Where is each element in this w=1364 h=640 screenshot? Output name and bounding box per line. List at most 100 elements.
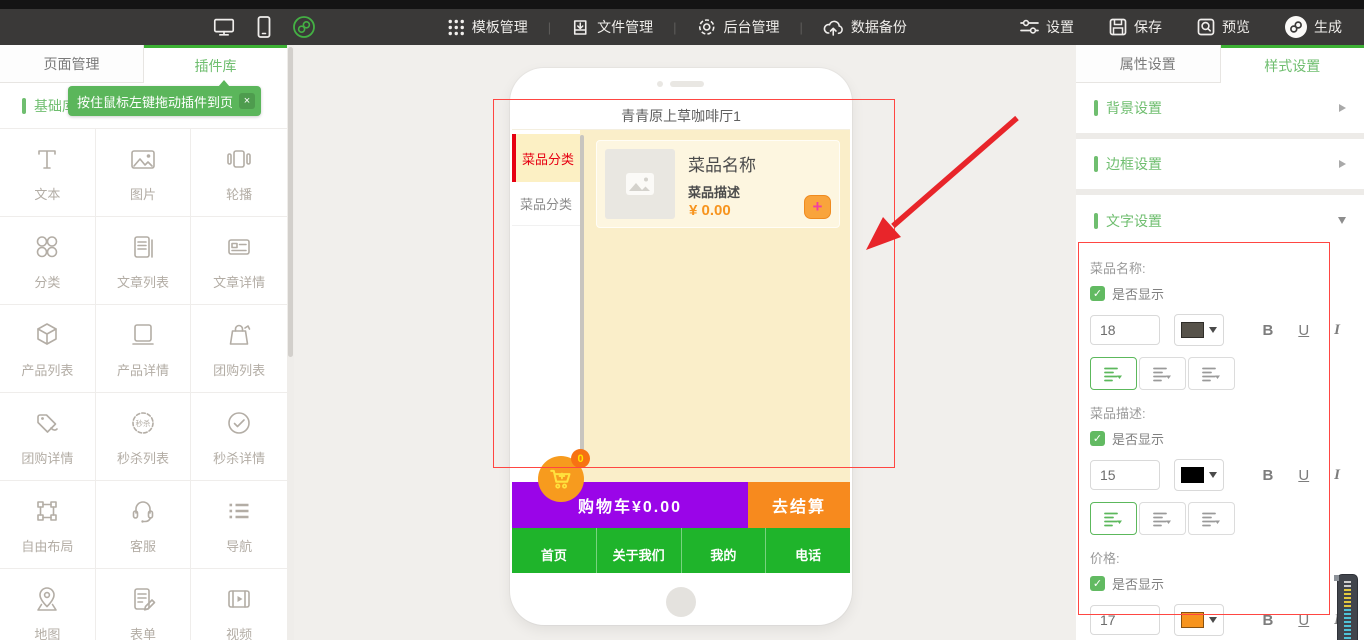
plugin-item-轮播[interactable]: 轮播	[191, 129, 287, 217]
plugin-item-导航[interactable]: 导航	[191, 481, 287, 569]
cart-button[interactable]: 0	[538, 456, 584, 502]
group-list-icon	[223, 319, 255, 351]
plugin-item-产品列表[interactable]: 产品列表	[0, 305, 96, 393]
color-picker[interactable]	[1174, 314, 1224, 346]
underline-button[interactable]: U	[1298, 467, 1309, 484]
nav-item-我的[interactable]: 我的	[682, 528, 767, 573]
seckill-list-icon: 秒杀	[127, 407, 159, 439]
plugin-item-文章详情[interactable]: 文章详情	[191, 217, 287, 305]
underline-button[interactable]: U	[1298, 612, 1309, 629]
menu-plugin-region[interactable]: 菜品分类 菜品分类 菜品名称 菜品描述 ¥ 0.00 +	[512, 130, 850, 482]
tab-attribute-settings[interactable]: 属性设置	[1076, 45, 1221, 83]
category-item-selected[interactable]: 菜品分类	[512, 134, 580, 182]
align-center-button[interactable]	[1139, 502, 1186, 535]
close-icon[interactable]: ×	[239, 93, 255, 109]
seckill-detail-icon	[223, 407, 255, 439]
text-setting-group: 菜品描述: ✓ 是否显示 B U I	[1090, 403, 1350, 535]
add-to-cart-button[interactable]: +	[804, 195, 831, 219]
section-text-settings[interactable]: 文字设置	[1076, 195, 1364, 246]
tab-style-settings[interactable]: 样式设置	[1221, 45, 1364, 83]
plugin-label: 轮播	[226, 184, 252, 203]
home-button[interactable]	[666, 587, 696, 617]
group-label: 价格:	[1090, 548, 1350, 567]
chevron-down-icon	[1209, 617, 1217, 623]
settings-button[interactable]: 设置	[1015, 17, 1078, 37]
category-scrollbar[interactable]	[580, 135, 584, 453]
group-label: 菜品名称:	[1090, 258, 1350, 277]
dish-image-placeholder	[605, 149, 675, 219]
dish-card[interactable]: 菜品名称 菜品描述 ¥ 0.00 +	[596, 140, 840, 228]
font-size-input[interactable]	[1090, 605, 1160, 635]
preview-button[interactable]: 预览	[1192, 17, 1254, 37]
category-item[interactable]: 菜品分类	[512, 182, 580, 226]
font-size-input[interactable]	[1090, 315, 1160, 345]
align-right-button[interactable]	[1188, 357, 1235, 390]
align-left-button[interactable]	[1090, 357, 1137, 390]
visible-checkbox-label: 是否显示	[1112, 284, 1164, 303]
bold-button[interactable]: B	[1262, 612, 1273, 629]
plugin-item-表单[interactable]: 表单	[96, 569, 192, 640]
visible-checkbox[interactable]: ✓	[1090, 431, 1105, 446]
color-picker[interactable]	[1174, 459, 1224, 491]
plugin-item-秒杀详情[interactable]: 秒杀详情	[191, 393, 287, 481]
plugin-item-视频[interactable]: 视频	[191, 569, 287, 640]
link-icon[interactable]	[292, 15, 316, 39]
plugin-item-地图[interactable]: 地图	[0, 569, 96, 640]
checkout-button[interactable]: 去结算	[748, 482, 850, 528]
nav-item-电话[interactable]: 电话	[766, 528, 850, 573]
plugin-item-自由布局[interactable]: 自由布局	[0, 481, 96, 569]
plugin-item-客服[interactable]: 客服	[96, 481, 192, 569]
section-pill	[1094, 156, 1098, 172]
plugin-item-分类[interactable]: 分类	[0, 217, 96, 305]
plugin-item-图片[interactable]: 图片	[96, 129, 192, 217]
left-panel-scrollbar[interactable]	[287, 45, 294, 640]
section-label: 边框设置	[1106, 154, 1162, 174]
plugin-item-文本[interactable]: 文本	[0, 129, 96, 217]
plugin-item-产品详情[interactable]: 产品详情	[96, 305, 192, 393]
bold-button[interactable]: B	[1262, 467, 1273, 484]
category-icon	[31, 231, 63, 263]
menu-backend-manage[interactable]: 后台管理	[693, 17, 784, 37]
italic-button[interactable]: I	[1334, 467, 1340, 484]
underline-button[interactable]: U	[1298, 322, 1309, 339]
chevron-right-icon	[1339, 104, 1346, 112]
mobile-icon[interactable]	[252, 15, 276, 39]
dish-name: 菜品名称	[688, 151, 756, 176]
nav-item-关于我们[interactable]: 关于我们	[597, 528, 682, 573]
visible-checkbox[interactable]: ✓	[1090, 286, 1105, 301]
desktop-icon[interactable]	[212, 15, 236, 39]
bold-button[interactable]: B	[1262, 322, 1273, 339]
align-left-button[interactable]	[1090, 502, 1137, 535]
plugin-item-文章列表[interactable]: 文章列表	[96, 217, 192, 305]
italic-button[interactable]: I	[1334, 322, 1340, 339]
plugin-item-团购详情[interactable]: 团购详情	[0, 393, 96, 481]
video-icon	[223, 583, 255, 615]
page-scrollbar-widget[interactable]	[1337, 574, 1358, 640]
tab-plugin-library[interactable]: 插件库	[144, 45, 287, 83]
tab-page-manage[interactable]: 页面管理	[0, 45, 144, 83]
plugin-label: 文章列表	[117, 272, 169, 291]
basic-library-header: 基础库 按住鼠标左键拖动插件到页 ×	[0, 83, 287, 128]
menu-file-manage[interactable]: 文件管理	[567, 17, 657, 37]
color-swatch	[1181, 322, 1204, 338]
generate-button[interactable]: 生成	[1280, 15, 1346, 39]
right-panel-tabs: 属性设置 样式设置	[1076, 45, 1364, 83]
font-size-input[interactable]	[1090, 460, 1160, 490]
align-right-button[interactable]	[1188, 502, 1235, 535]
action-menu: 设置 保存 预览 生成	[1015, 9, 1346, 45]
menu-template-manage[interactable]: 模板管理	[444, 17, 532, 37]
section-label: 文字设置	[1106, 211, 1162, 231]
plugin-item-秒杀列表[interactable]: 秒杀 秒杀列表	[96, 393, 192, 481]
visible-checkbox[interactable]: ✓	[1090, 576, 1105, 591]
plugin-item-团购列表[interactable]: 团购列表	[191, 305, 287, 393]
section-border-settings[interactable]: 边框设置	[1076, 139, 1364, 195]
menu-data-backup[interactable]: 数据备份	[819, 17, 911, 37]
save-button[interactable]: 保存	[1104, 17, 1166, 37]
color-picker[interactable]	[1174, 604, 1224, 636]
plugin-grid: 文本 图片 轮播 分类 文章列表 文章详情 产品列表 产品详情 团购列表 团购详…	[0, 128, 287, 640]
nav-item-首页[interactable]: 首页	[512, 528, 597, 573]
section-background-settings[interactable]: 背景设置	[1076, 83, 1364, 139]
align-center-button[interactable]	[1139, 357, 1186, 390]
menu-divider: |	[800, 20, 803, 35]
color-swatch	[1181, 467, 1204, 483]
